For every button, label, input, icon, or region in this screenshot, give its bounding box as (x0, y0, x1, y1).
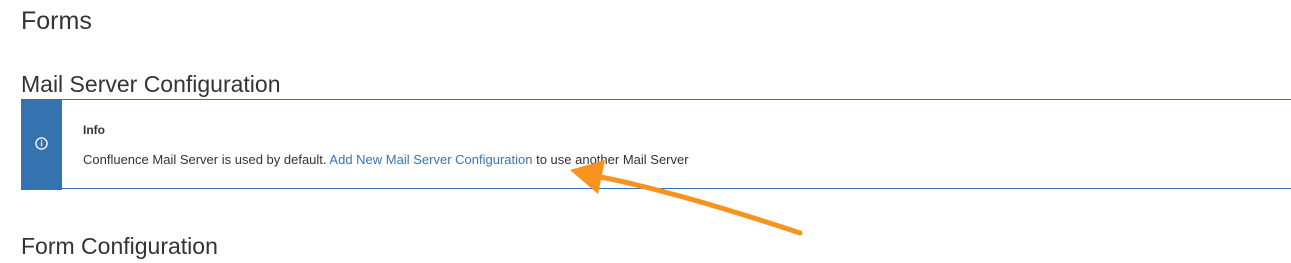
info-message-sidebar (21, 99, 62, 190)
page-title: Forms (21, 7, 92, 35)
info-heading: Info (83, 123, 105, 137)
info-text-before: Confluence Mail Server is used by defaul… (83, 152, 327, 167)
info-icon (35, 137, 48, 150)
forms-page: Forms Mail Server Configuration Info Con… (0, 0, 1291, 263)
mail-server-section-title: Mail Server Configuration (21, 71, 281, 97)
annotation-arrow-icon (570, 160, 803, 236)
add-mail-server-configuration-link[interactable]: Add New Mail Server Configuration (329, 152, 532, 167)
form-configuration-section-title: Form Configuration (21, 233, 218, 259)
